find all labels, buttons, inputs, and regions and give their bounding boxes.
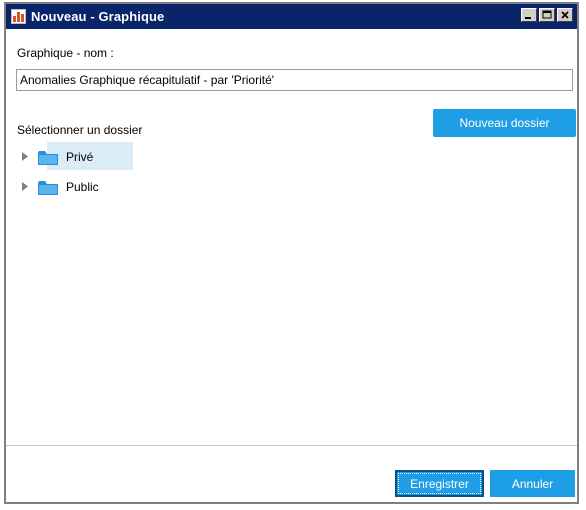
tree-item-public[interactable]: Public bbox=[17, 172, 135, 202]
cancel-button[interactable]: Annuler bbox=[490, 470, 575, 497]
minimize-icon[interactable] bbox=[521, 8, 537, 22]
close-icon[interactable] bbox=[557, 8, 573, 22]
expand-arrow-icon[interactable] bbox=[22, 152, 28, 161]
chart-icon bbox=[11, 9, 26, 24]
tree-item-label: Public bbox=[66, 180, 99, 194]
dialog-window: Nouveau - Graphique Graphique - nom : An… bbox=[4, 2, 579, 504]
maximize-icon[interactable] bbox=[539, 8, 555, 22]
expand-arrow-icon[interactable] bbox=[22, 182, 28, 191]
tree-item-label: Privé bbox=[66, 150, 94, 164]
save-button[interactable]: Enregistrer bbox=[395, 470, 484, 497]
folder-icon bbox=[38, 181, 58, 195]
chart-name-label: Graphique - nom : bbox=[17, 46, 114, 60]
footer-divider bbox=[6, 445, 577, 446]
tree-item-prive[interactable]: Privé bbox=[17, 142, 135, 172]
folder-select-label: Sélectionner un dossier bbox=[17, 123, 143, 137]
window-controls bbox=[521, 8, 573, 22]
folder-icon bbox=[38, 151, 58, 165]
new-folder-button[interactable]: Nouveau dossier bbox=[433, 109, 576, 137]
window-title: Nouveau - Graphique bbox=[31, 9, 165, 24]
dialog-content: Graphique - nom : Anomalies Graphique ré… bbox=[6, 29, 577, 502]
folder-tree: Privé Public bbox=[17, 142, 417, 202]
title-bar[interactable]: Nouveau - Graphique bbox=[6, 4, 577, 29]
chart-name-input[interactable]: Anomalies Graphique récapitulatif - par … bbox=[16, 69, 573, 91]
